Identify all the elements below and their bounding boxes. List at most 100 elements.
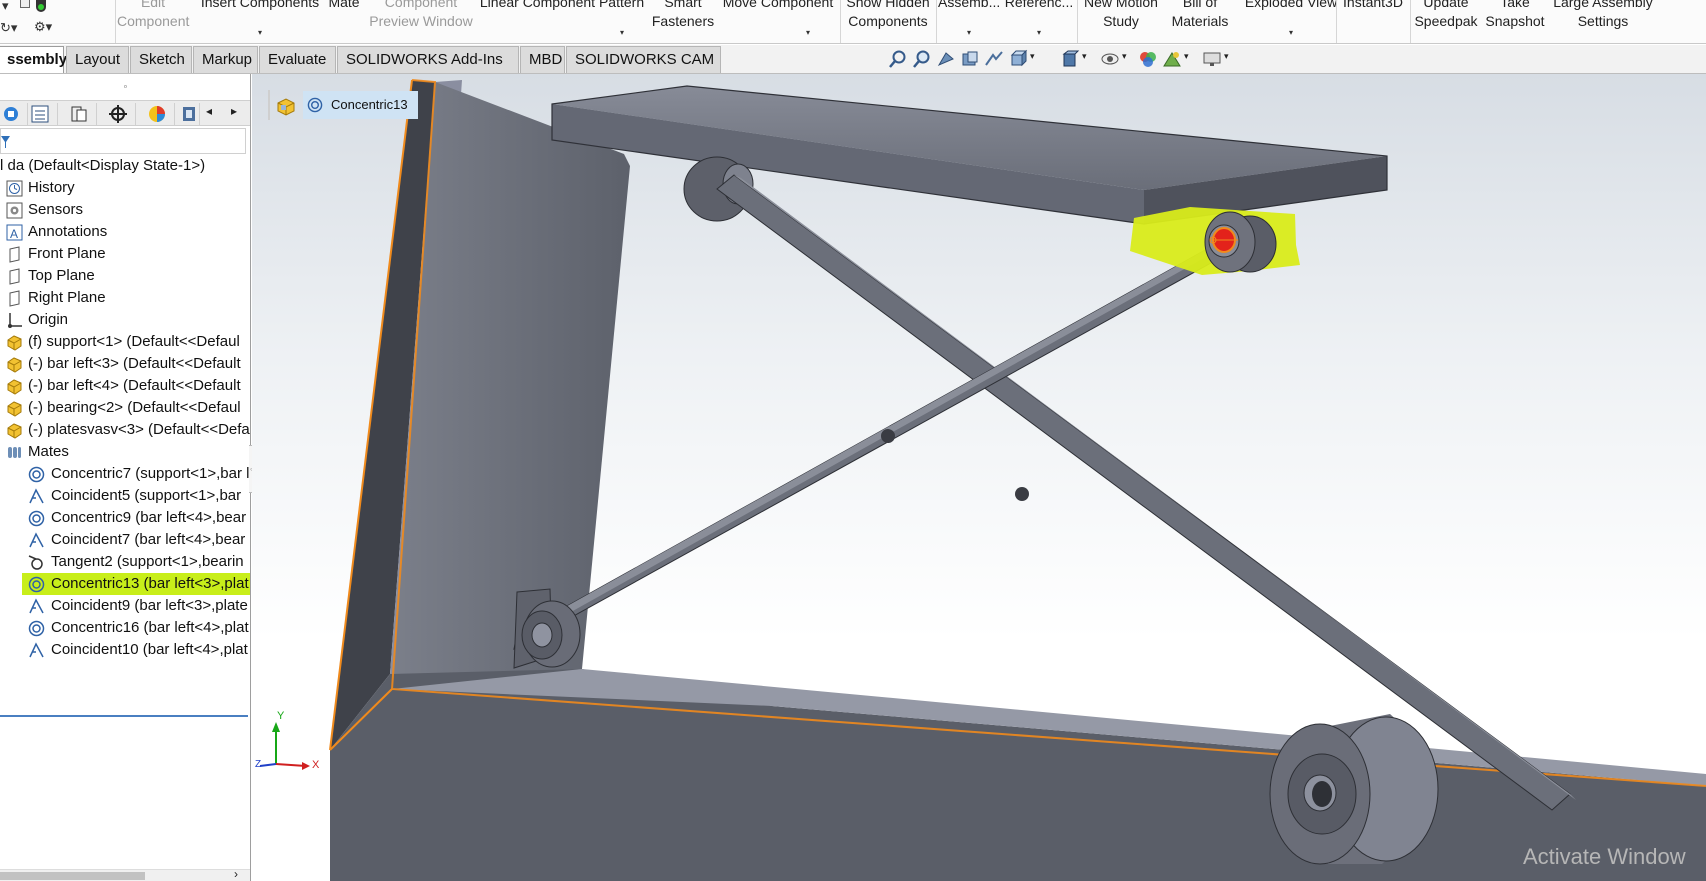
reference-geometry-button[interactable]: Referenc... ▾: [1004, 0, 1074, 38]
edit-appearance-icon[interactable]: [1138, 49, 1158, 69]
take-snapshot-button[interactable]: Take Snapshot: [1484, 0, 1546, 31]
mate-concentric9[interactable]: Concentric9 (bar left<4>,bear: [0, 507, 250, 529]
view-settings-icon[interactable]: [1202, 49, 1222, 69]
part-icon: [7, 335, 22, 351]
new-motion-study-button[interactable]: New Motion Study: [1079, 0, 1163, 31]
zoom-to-fit-icon[interactable]: [888, 49, 908, 69]
tree-item-history[interactable]: History: [0, 177, 250, 199]
smart-fasteners-button[interactable]: Smart Fasteners: [650, 0, 716, 31]
quick-access-box[interactable]: [20, 0, 30, 8]
plane-icon: [9, 268, 20, 285]
display-manager-tab[interactable]: [139, 103, 175, 125]
mate-tangent2[interactable]: Tangent2 (support<1>,bearin: [0, 551, 250, 573]
tree-item-origin[interactable]: Origin: [0, 309, 250, 331]
tab-solidworks-cam[interactable]: SOLIDWORKS CAM: [566, 46, 721, 73]
tab-mbd[interactable]: MBD: [520, 46, 565, 73]
scrollbar-thumb[interactable]: [0, 872, 145, 880]
move-component-button[interactable]: Move Component ▾: [719, 0, 837, 38]
tree-item-sensors[interactable]: Sensors: [0, 199, 250, 221]
mate-coincident5[interactable]: Coincident5 (support<1>,bar: [0, 485, 250, 507]
display-style-icon[interactable]: [1060, 49, 1080, 69]
activation-watermark: Activate Window: [1523, 844, 1686, 869]
tree-item-platesvasv-3[interactable]: (-) platesvasv<3> (Default<<Defa: [0, 419, 250, 441]
edit-component-button[interactable]: Edit Component: [117, 0, 189, 31]
dynamic-annotation-icon[interactable]: [984, 49, 1004, 69]
large-assembly-settings-button[interactable]: Large Assembly Settings: [1548, 0, 1658, 31]
tree-item-annotations[interactable]: A Annotations: [0, 221, 250, 243]
cam-manager-tab[interactable]: [178, 103, 200, 125]
tab-evaluate[interactable]: Evaluate: [259, 46, 336, 73]
annotations-icon: A: [6, 224, 23, 241]
concentric-icon: [307, 97, 323, 113]
tab-sketch[interactable]: Sketch: [130, 46, 192, 73]
mate-button[interactable]: Mate: [324, 0, 364, 12]
rebuild-icon[interactable]: ↻▾: [0, 20, 17, 36]
component-preview-button[interactable]: Component Preview Window: [366, 0, 476, 31]
tab-markup[interactable]: Markup: [193, 46, 258, 73]
mate-coincident7[interactable]: Coincident7 (bar left<4>,bear: [0, 529, 250, 551]
tree-item-bar-left-4[interactable]: (-) bar left<4> (Default<<Default: [0, 375, 250, 397]
instant3d-button[interactable]: Instant3D: [1338, 0, 1408, 12]
tree-item-bar-left-3[interactable]: (-) bar left<3> (Default<<Default: [0, 353, 250, 375]
apply-scene-icon[interactable]: [1162, 49, 1182, 69]
tree-item-front-plane[interactable]: Front Plane: [0, 243, 250, 265]
insert-components-button[interactable]: Insert Components ▾: [198, 0, 322, 38]
exploded-view-button[interactable]: Exploded View ▾: [1238, 0, 1344, 38]
assembly-icon[interactable]: [275, 96, 297, 116]
concentric-icon: [28, 576, 45, 593]
filter-icon[interactable]: [1, 134, 11, 150]
zoom-to-area-icon[interactable]: [912, 49, 932, 69]
linear-component-pattern-button[interactable]: Linear Component Pattern ▾: [478, 0, 646, 38]
view-orientation-icon[interactable]: [1008, 49, 1028, 69]
rollback-bar[interactable]: [0, 715, 248, 717]
tabs-scroll-right-icon[interactable]: ▸: [231, 104, 237, 118]
tree-item-mates[interactable]: Mates: [0, 441, 250, 463]
tree-item-bearing-2[interactable]: (-) bearing<2> (Default<<Defaul: [0, 397, 250, 419]
top-plate[interactable]: [551, 85, 1388, 225]
tree-item-right-plane[interactable]: Right Plane: [0, 287, 250, 309]
tangent-icon: [28, 555, 43, 570]
panel-tabs: ◂ ▸: [0, 100, 250, 126]
mate-concentric16[interactable]: Concentric16 (bar left<4>,plat: [0, 617, 250, 639]
hide-show-items-icon[interactable]: [1100, 49, 1120, 69]
tree-root[interactable]: l da (Default<Display State-1>): [0, 155, 250, 177]
dimxpert-manager-tab[interactable]: [100, 103, 136, 125]
tabs-scroll-left-icon[interactable]: ◂: [206, 104, 212, 118]
mates-icon: [8, 447, 21, 458]
tree-filter[interactable]: [0, 128, 246, 154]
tab-assembly[interactable]: ssembly: [0, 46, 67, 73]
tab-solidworks-add-ins[interactable]: SOLIDWORKS Add-Ins: [337, 46, 519, 73]
horizontal-scrollbar[interactable]: ›: [0, 867, 250, 881]
tab-layout[interactable]: Layout: [66, 46, 129, 73]
graphics-area[interactable]: Y X Z Concentric13 Activate Window: [252, 74, 1706, 881]
panel-grip[interactable]: ◦: [0, 74, 250, 100]
mate-coincident9[interactable]: Coincident9 (bar left<3>,plate: [0, 595, 250, 617]
tree-item-top-plane[interactable]: Top Plane: [0, 265, 250, 287]
breadcrumb-concentric13[interactable]: Concentric13: [303, 91, 418, 119]
mate-concentric7[interactable]: Concentric7 (support<1>,bar l: [0, 463, 250, 485]
mate-concentric13-selected[interactable]: Concentric13 (bar left<3>,plat: [22, 573, 250, 595]
section-view-icon[interactable]: [960, 49, 980, 69]
show-hidden-components-button[interactable]: Show Hidden Components: [842, 0, 934, 31]
history-icon: [6, 180, 23, 197]
traffic-light-icon[interactable]: [36, 0, 46, 12]
quick-access-dropdown[interactable]: ▾: [2, 0, 9, 14]
options-gear-icon[interactable]: ⚙▾: [34, 19, 52, 35]
previous-view-icon[interactable]: [936, 49, 956, 69]
bearing-upper-right[interactable]: [1130, 207, 1300, 275]
svg-text:A: A: [10, 227, 18, 241]
bill-of-materials-button[interactable]: Bill of Materials: [1164, 0, 1236, 31]
tree-item-support[interactable]: (f) support<1> (Default<<Defaul: [0, 331, 250, 353]
assembly-features-button[interactable]: Assemb... ▾: [938, 0, 1000, 38]
command-manager-ribbon: ▾ ↻▾ ⚙▾ Edit Component Insert Components ▾…: [0, 0, 1706, 44]
mate-coincident10[interactable]: Coincident10 (bar left<4>,plat: [0, 639, 250, 661]
configuration-manager-tab[interactable]: [61, 103, 97, 125]
part-icon: [7, 423, 22, 439]
assembly-3d-view[interactable]: Y X Z: [252, 74, 1706, 881]
update-speedpak-button[interactable]: Update Speedpak: [1411, 0, 1481, 31]
scroll-right-icon[interactable]: ›: [234, 867, 238, 881]
part-icon: [7, 379, 22, 395]
property-manager-tab[interactable]: [22, 103, 58, 125]
command-tabs: ssembly Layout Sketch Markup Evaluate SO…: [0, 45, 1706, 74]
wheel-bottom-right[interactable]: [1269, 714, 1439, 865]
